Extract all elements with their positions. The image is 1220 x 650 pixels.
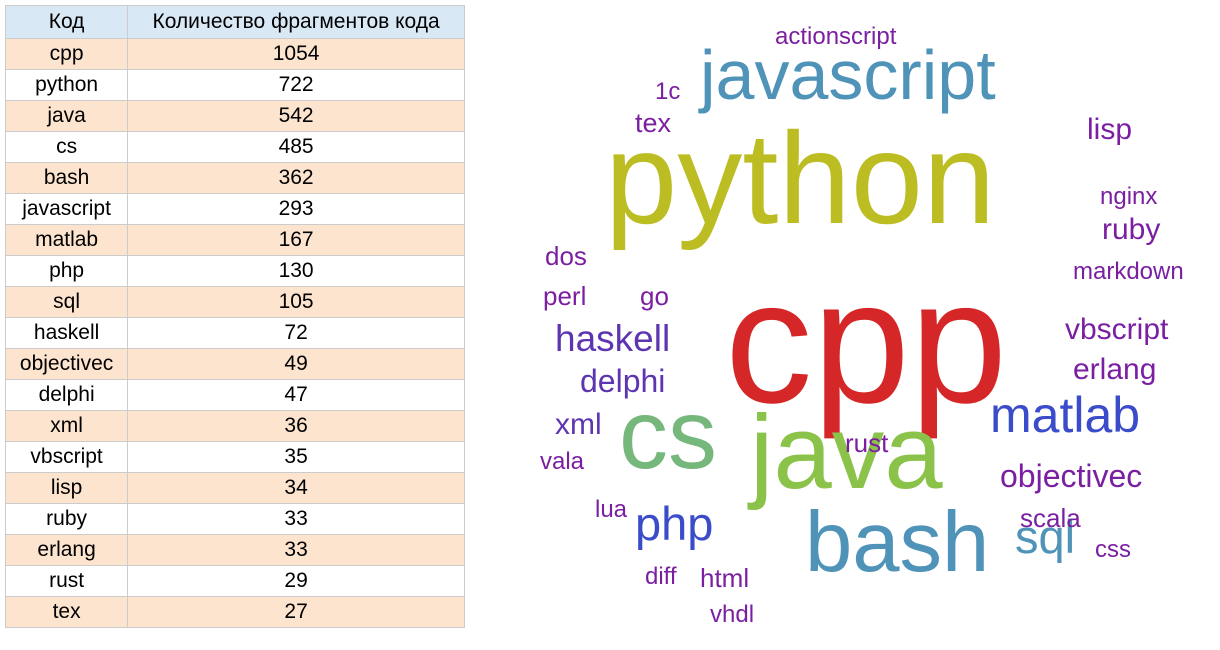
- table-row: cs485: [6, 132, 465, 163]
- wordcloud-word: markdown: [1073, 260, 1184, 284]
- table-row: xml36: [6, 411, 465, 442]
- cell-code: vbscript: [6, 442, 128, 473]
- wordcloud-word: xml: [555, 410, 602, 440]
- table-row: matlab167: [6, 225, 465, 256]
- cell-code: java: [6, 101, 128, 132]
- table-row: php130: [6, 256, 465, 287]
- table-row: python722: [6, 70, 465, 101]
- table-row: bash362: [6, 163, 465, 194]
- wordcloud-word: erlang: [1073, 355, 1156, 385]
- cell-count: 722: [128, 70, 465, 101]
- wordcloud-word: javascript: [700, 40, 996, 110]
- table-row: rust29: [6, 566, 465, 597]
- table-header-count: Количество фрагментов кода: [128, 6, 465, 39]
- wordcloud-word: vbscript: [1065, 315, 1168, 345]
- cell-code: sql: [6, 287, 128, 318]
- wordcloud-word: 1c: [655, 80, 680, 104]
- wordcloud-word: tex: [635, 110, 671, 137]
- cell-code: delphi: [6, 380, 128, 411]
- wordcloud-word: perl: [543, 283, 586, 309]
- cell-code: xml: [6, 411, 128, 442]
- cell-code: haskell: [6, 318, 128, 349]
- cell-code: matlab: [6, 225, 128, 256]
- cell-count: 72: [128, 318, 465, 349]
- cell-count: 27: [128, 597, 465, 628]
- data-table-container: Код Количество фрагментов кода cpp1054py…: [5, 5, 465, 645]
- cell-code: cpp: [6, 39, 128, 70]
- cell-code: php: [6, 256, 128, 287]
- wordcloud-word: css: [1095, 538, 1131, 562]
- wordcloud-word: nginx: [1100, 185, 1157, 209]
- cell-count: 34: [128, 473, 465, 504]
- code-fragments-table: Код Количество фрагментов кода cpp1054py…: [5, 5, 465, 628]
- cell-count: 293: [128, 194, 465, 225]
- wordcloud-word: go: [640, 283, 669, 309]
- cell-count: 1054: [128, 39, 465, 70]
- table-row: haskell72: [6, 318, 465, 349]
- cell-count: 35: [128, 442, 465, 473]
- wordcloud-word: delphi: [580, 365, 665, 397]
- wordcloud-word: scala: [1020, 505, 1081, 531]
- cell-code: ruby: [6, 504, 128, 535]
- table-row: erlang33: [6, 535, 465, 566]
- cell-count: 47: [128, 380, 465, 411]
- table-row: sql105: [6, 287, 465, 318]
- cell-code: rust: [6, 566, 128, 597]
- table-row: tex27: [6, 597, 465, 628]
- wordcloud-word: vala: [540, 450, 584, 474]
- cell-code: cs: [6, 132, 128, 163]
- cell-count: 542: [128, 101, 465, 132]
- wordcloud-word: haskell: [555, 320, 670, 357]
- cell-count: 485: [128, 132, 465, 163]
- cell-count: 33: [128, 504, 465, 535]
- table-row: delphi47: [6, 380, 465, 411]
- cell-count: 49: [128, 349, 465, 380]
- wordcloud-word: vhdl: [710, 603, 754, 627]
- table-row: objectivec49: [6, 349, 465, 380]
- table-row: vbscript35: [6, 442, 465, 473]
- wordcloud-word: actionscript: [775, 25, 896, 49]
- cell-count: 362: [128, 163, 465, 194]
- cell-count: 167: [128, 225, 465, 256]
- cell-code: erlang: [6, 535, 128, 566]
- table-row: javascript293: [6, 194, 465, 225]
- table-row: lisp34: [6, 473, 465, 504]
- cell-count: 33: [128, 535, 465, 566]
- cell-count: 36: [128, 411, 465, 442]
- wordcloud-word: diff: [645, 565, 677, 589]
- cell-code: javascript: [6, 194, 128, 225]
- wordcloud-word: matlab: [990, 390, 1140, 440]
- cell-count: 105: [128, 287, 465, 318]
- wordcloud-word: cs: [619, 385, 717, 483]
- cell-code: bash: [6, 163, 128, 194]
- cell-code: objectivec: [6, 349, 128, 380]
- cell-code: tex: [6, 597, 128, 628]
- table-row: java542: [6, 101, 465, 132]
- wordcloud-word: lua: [595, 498, 627, 522]
- wordcloud-word: bash: [805, 500, 989, 585]
- wordcloud-chart: cpppythonjavacsbashjavascriptmatlabphpsq…: [525, 5, 1215, 635]
- wordcloud-word: php: [635, 500, 713, 547]
- table-row: cpp1054: [6, 39, 465, 70]
- wordcloud-word: html: [700, 565, 749, 591]
- table-row: ruby33: [6, 504, 465, 535]
- table-header-code: Код: [6, 6, 128, 39]
- wordcloud-word: ruby: [1102, 215, 1160, 245]
- cell-code: python: [6, 70, 128, 101]
- cell-count: 130: [128, 256, 465, 287]
- wordcloud-word: rust: [845, 430, 888, 456]
- wordcloud-word: objectivec: [1000, 460, 1142, 492]
- cell-code: lisp: [6, 473, 128, 504]
- cell-count: 29: [128, 566, 465, 597]
- wordcloud-word: lisp: [1087, 115, 1132, 145]
- wordcloud-word: dos: [545, 243, 587, 269]
